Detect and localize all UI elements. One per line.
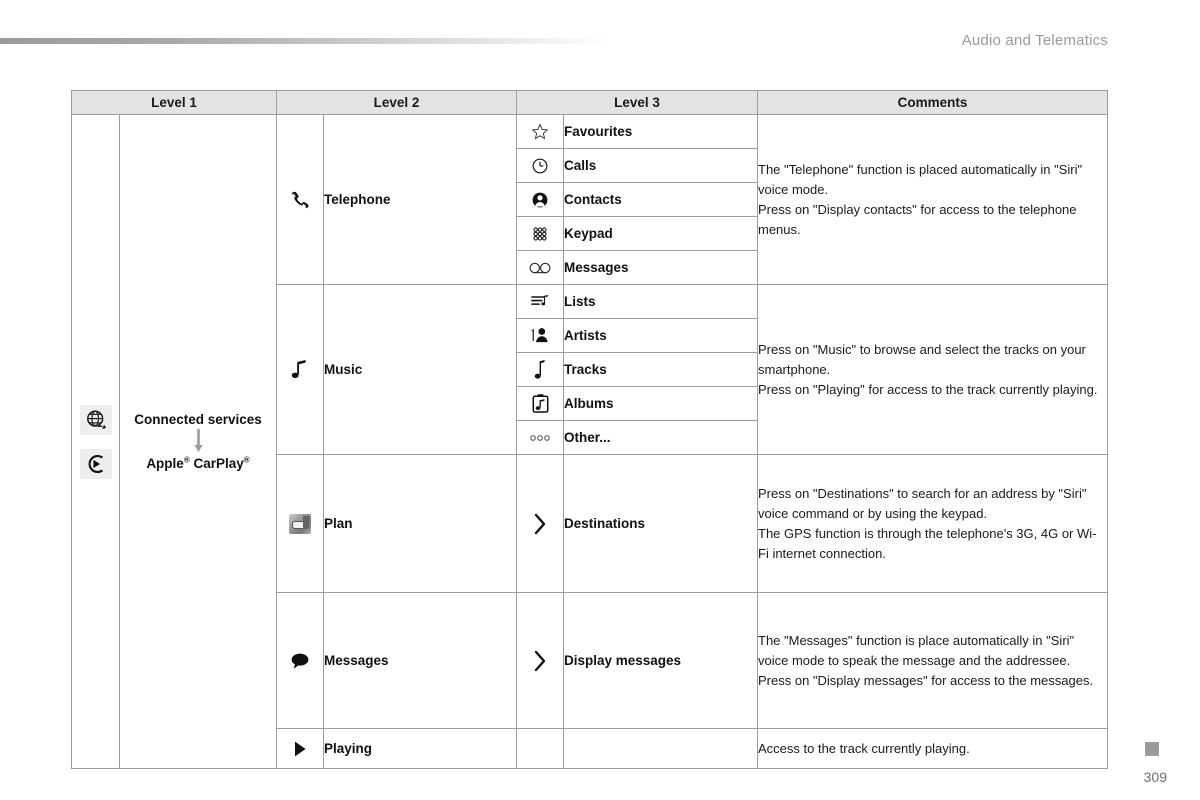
telephone-handset-icon	[276, 114, 324, 285]
menu-structure-table: Level 1 Level 2 Level 3 Comments Connect…	[71, 90, 1108, 769]
comments-messages: The "Messages" function is place automat…	[757, 592, 1108, 729]
level3-label-tracks: Tracks	[563, 352, 758, 387]
comments-telephone: The "Telephone" function is placed autom…	[757, 114, 1108, 285]
connected-services-label: Connected services	[134, 412, 262, 428]
down-arrow-icon	[193, 428, 203, 454]
comments-playing: Access to the track currently playing.	[757, 728, 1108, 769]
level1-icon-cell	[71, 114, 120, 769]
speech-bubble-icon	[276, 592, 324, 729]
level2-label-music: Music	[323, 284, 517, 455]
level3-label-favourites: Favourites	[563, 114, 758, 149]
comments-music: Press on "Music" to browse and select th…	[757, 284, 1108, 455]
level1-label-cell: Connected services Apple® CarPlay®	[119, 114, 277, 769]
page-corner-marker	[1145, 742, 1159, 756]
level3-label-lists: Lists	[563, 284, 758, 319]
apple-carplay-icon	[79, 448, 112, 479]
voicemail-icon	[516, 250, 564, 285]
level3-label-keypad: Keypad	[563, 216, 758, 251]
level3-label-messages: Messages	[563, 250, 758, 285]
level2-label-playing: Playing	[323, 728, 517, 769]
page-title: Audio and Telematics	[961, 32, 1108, 49]
map-plan-icon	[276, 454, 324, 593]
globe-connected-services-icon	[79, 404, 112, 435]
star-icon	[516, 114, 564, 149]
manual-page: Audio and Telematics Level 1 Level 2 Lev…	[0, 0, 1200, 800]
artist-icon	[516, 318, 564, 353]
level3-label-display-messages: Display messages	[563, 592, 758, 729]
clock-icon	[516, 148, 564, 183]
table-header-row: Level 1 Level 2 Level 3 Comments	[71, 90, 1108, 115]
apple-carplay-label: Apple® CarPlay®	[146, 455, 250, 471]
level3-label-other: Other...	[563, 420, 758, 455]
comments-plan: Press on "Destinations" to search for an…	[757, 454, 1108, 593]
play-triangle-icon	[276, 728, 324, 769]
level3-label-destinations: Destinations	[563, 454, 758, 593]
level3-label-calls: Calls	[563, 148, 758, 183]
music-note-icon	[276, 284, 324, 455]
header-gradient-rule	[0, 38, 610, 44]
column-header-level2: Level 2	[276, 90, 517, 115]
level3-label-albums: Albums	[563, 386, 758, 421]
level3-icon-empty	[516, 728, 564, 769]
column-header-comments: Comments	[757, 90, 1108, 115]
album-icon	[516, 386, 564, 421]
keypad-dots-icon	[516, 216, 564, 251]
level3-label-artists: Artists	[563, 318, 758, 353]
level2-label-plan: Plan	[323, 454, 517, 593]
single-note-icon	[516, 352, 564, 387]
chevron-right-icon	[516, 454, 564, 593]
table-row: Connected services Apple® CarPlay® Telep…	[71, 114, 1108, 769]
level2-label-telephone: Telephone	[323, 114, 517, 285]
level3-label-contacts: Contacts	[563, 182, 758, 217]
column-header-level3: Level 3	[516, 90, 758, 115]
level3-label-empty	[563, 728, 758, 769]
column-header-level1: Level 1	[71, 90, 277, 115]
ellipsis-icon	[516, 420, 564, 455]
level2-label-messages: Messages	[323, 592, 517, 729]
chevron-right-icon	[516, 592, 564, 729]
playlist-icon	[516, 284, 564, 319]
contact-person-icon	[516, 182, 564, 217]
page-number: 309	[1143, 769, 1167, 785]
